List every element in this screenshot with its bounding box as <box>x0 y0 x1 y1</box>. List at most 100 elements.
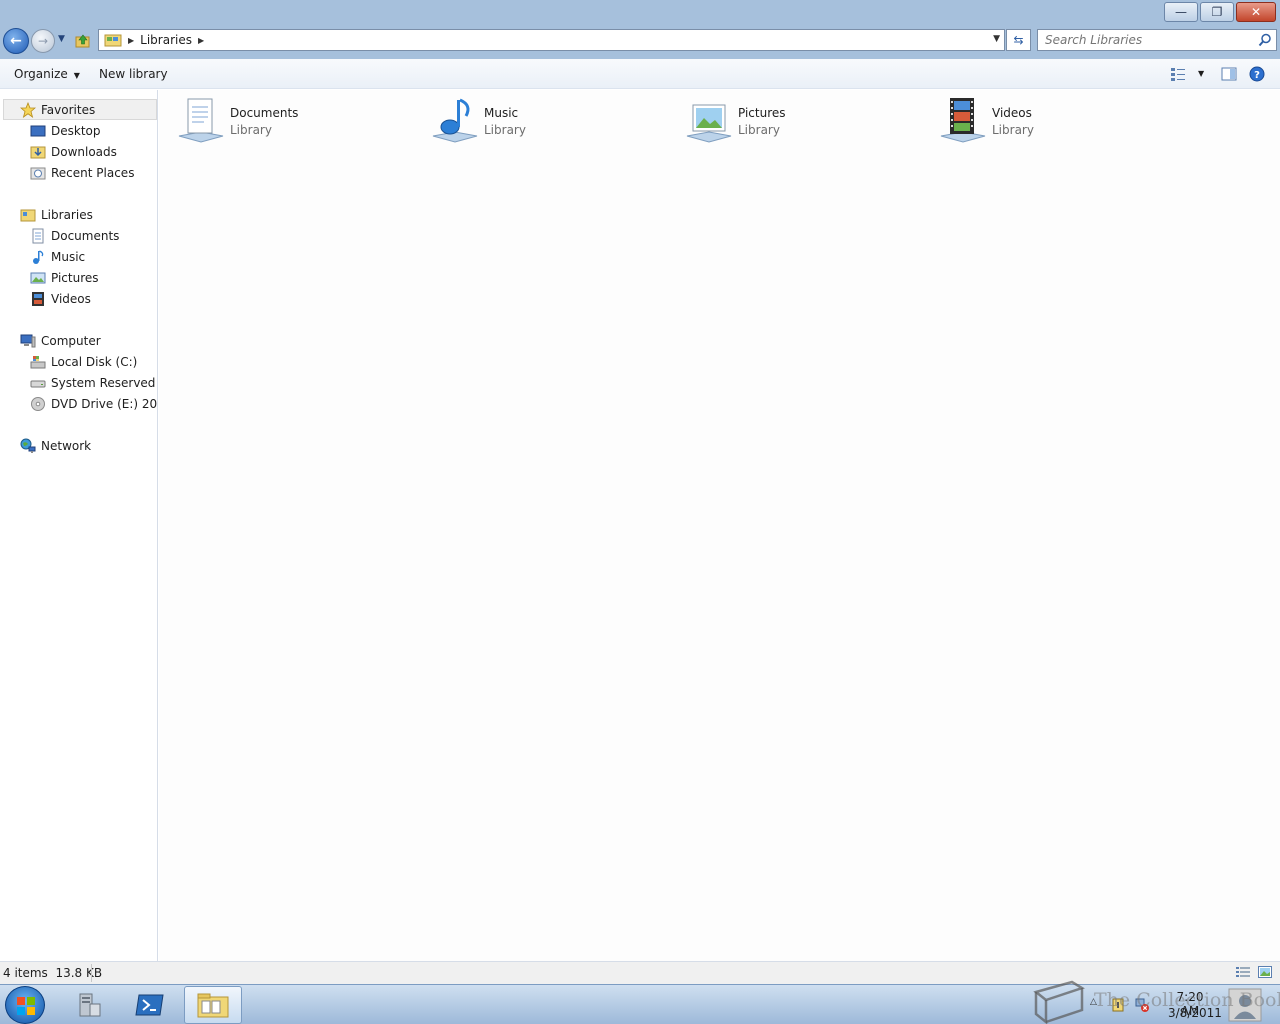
music-library-icon <box>432 98 478 143</box>
refresh-icon: ⇆ <box>1013 33 1024 47</box>
file-list: Documents Library Music Library Pictures… <box>159 90 1280 961</box>
network-icon <box>20 438 36 453</box>
sidebar-item-label: Downloads <box>51 144 117 159</box>
sidebar-item-label: DVD Drive (E:) 20111 <box>51 396 158 411</box>
windows-explorer-icon <box>197 993 229 1018</box>
videos-library-icon <box>940 98 986 143</box>
library-videos[interactable]: Videos Library <box>938 96 1178 148</box>
recent-pages-button[interactable]: ▼ <box>58 34 65 44</box>
sidebar-item-videos[interactable]: Videos <box>0 288 157 309</box>
status-divider <box>91 964 92 982</box>
sidebar-item-pictures[interactable]: Pictures <box>0 267 157 288</box>
details-view-icon[interactable] <box>1236 966 1250 978</box>
sidebar-item-label: Pictures <box>51 270 99 285</box>
sidebar-item-label: Local Disk (C:) <box>51 354 138 369</box>
powershell-icon <box>135 994 164 1016</box>
window-controls: — ❐ ✕ <box>1162 2 1276 22</box>
library-name: Videos <box>992 106 1032 120</box>
preview-pane-icon[interactable] <box>1221 66 1237 82</box>
sidebar-item-documents[interactable]: Documents <box>0 225 157 246</box>
large-icons-view-icon[interactable] <box>1258 966 1272 978</box>
drive-icon <box>30 380 46 387</box>
taskbar-powershell-button[interactable] <box>123 986 177 1024</box>
status-summary: 4 items 13.8 KB <box>3 966 103 980</box>
libraries-icon <box>20 209 36 221</box>
forward-button[interactable]: → <box>31 29 55 53</box>
sidebar-item-system-reserved[interactable]: System Reserved (D: <box>0 372 157 393</box>
desktop-icon <box>30 125 46 136</box>
search-icon[interactable] <box>1258 33 1272 47</box>
computer-icon <box>20 334 36 347</box>
show-hidden-icons-icon[interactable]: △ <box>1090 997 1097 1007</box>
sidebar-item-music[interactable]: Music <box>0 246 157 267</box>
sidebar-item-label: Music <box>51 249 86 264</box>
chevron-down-icon: ▼ <box>58 34 65 44</box>
system-tray: △ 7:20 AM 3/8/2011 <box>1082 985 1280 1024</box>
status-bar: 4 items 13.8 KB <box>0 961 1280 984</box>
sidebar-item-label: Videos <box>51 291 91 306</box>
user-avatar-icon <box>1228 988 1262 1022</box>
library-name: Documents <box>230 106 299 120</box>
taskbar-explorer-button[interactable] <box>184 986 242 1024</box>
library-music[interactable]: Music Library <box>430 96 670 148</box>
search-input[interactable] <box>1038 30 1248 50</box>
minimize-button[interactable]: — <box>1164 2 1198 22</box>
refresh-button[interactable]: ⇆ <box>1006 29 1031 51</box>
address-bar[interactable]: ▶ Libraries ▶ ▼ <box>98 29 1005 51</box>
arrow-left-icon: ← <box>10 33 22 49</box>
back-button[interactable]: ← <box>3 28 29 54</box>
sidebar-item-network[interactable]: Network <box>0 435 157 456</box>
libraries-folder-icon <box>104 34 122 47</box>
address-history-dropdown-icon[interactable]: ▼ <box>993 34 1000 44</box>
taskbar: △ 7:20 AM 3/8/2011 <box>0 984 1280 1024</box>
change-view-icon[interactable] <box>1170 66 1186 82</box>
organize-label: Organize <box>14 67 68 81</box>
sidebar-item-label: Network <box>41 438 92 453</box>
navigation-pane: Favorites Desktop Downloads Recent Place… <box>0 90 158 961</box>
sidebar-item-downloads[interactable]: Downloads <box>0 141 157 162</box>
music-icon <box>33 249 44 264</box>
documents-icon <box>32 228 44 243</box>
sidebar-item-desktop[interactable]: Desktop <box>0 120 157 141</box>
sidebar-item-dvd-drive[interactable]: DVD Drive (E:) 20111 <box>0 393 158 414</box>
navigation-bar: ← → ▼ ▶ Libraries ▶ ▼ ⇆ <box>0 26 1280 59</box>
library-type: Library <box>992 123 1034 137</box>
downloads-icon <box>30 146 46 158</box>
sidebar-item-favorites[interactable]: Favorites <box>3 99 157 120</box>
sidebar-item-computer[interactable]: Computer <box>0 330 157 351</box>
help-icon[interactable]: ? <box>1249 66 1265 82</box>
documents-library-icon <box>178 98 224 143</box>
pictures-icon <box>30 272 46 283</box>
videos-icon <box>32 291 44 306</box>
chevron-down-icon: ▼ <box>73 71 80 80</box>
close-button[interactable]: ✕ <box>1236 2 1276 22</box>
server-manager-icon <box>79 993 101 1017</box>
clock-date[interactable]: 3/8/2011 <box>1168 1006 1222 1020</box>
recent-places-icon <box>30 167 46 179</box>
start-button[interactable] <box>5 986 45 1024</box>
network-status-icon[interactable] <box>1134 997 1150 1013</box>
view-options-chevron-icon[interactable]: ▼ <box>1198 69 1204 78</box>
dvd-drive-icon <box>31 396 45 411</box>
sidebar-item-recent-places[interactable]: Recent Places <box>0 162 157 183</box>
folder-up-icon[interactable] <box>74 32 92 50</box>
breadcrumb-libraries[interactable]: Libraries <box>140 33 192 47</box>
library-type: Library <box>230 123 272 137</box>
breadcrumb-chevron-icon[interactable]: ▶ <box>128 36 134 45</box>
organize-button[interactable]: Organize ▼ <box>14 67 80 81</box>
restore-button[interactable]: ❐ <box>1200 2 1234 22</box>
pictures-library-icon <box>686 104 732 143</box>
action-center-icon[interactable] <box>1110 997 1126 1013</box>
library-pictures[interactable]: Pictures Library <box>684 96 924 148</box>
library-documents[interactable]: Documents Library <box>176 96 416 148</box>
sidebar-item-libraries[interactable]: Libraries <box>0 204 157 225</box>
taskbar-server-manager-button[interactable] <box>62 986 116 1024</box>
sidebar-item-label: Computer <box>41 333 101 348</box>
sidebar-item-label: Documents <box>51 228 120 243</box>
breadcrumb-chevron-icon[interactable]: ▶ <box>198 36 204 45</box>
arrow-right-icon: → <box>37 34 49 48</box>
sidebar-item-local-disk[interactable]: Local Disk (C:) <box>0 351 157 372</box>
new-library-button[interactable]: New library <box>99 67 168 81</box>
sidebar-item-label: Favorites <box>41 102 96 117</box>
library-type: Library <box>738 123 780 137</box>
